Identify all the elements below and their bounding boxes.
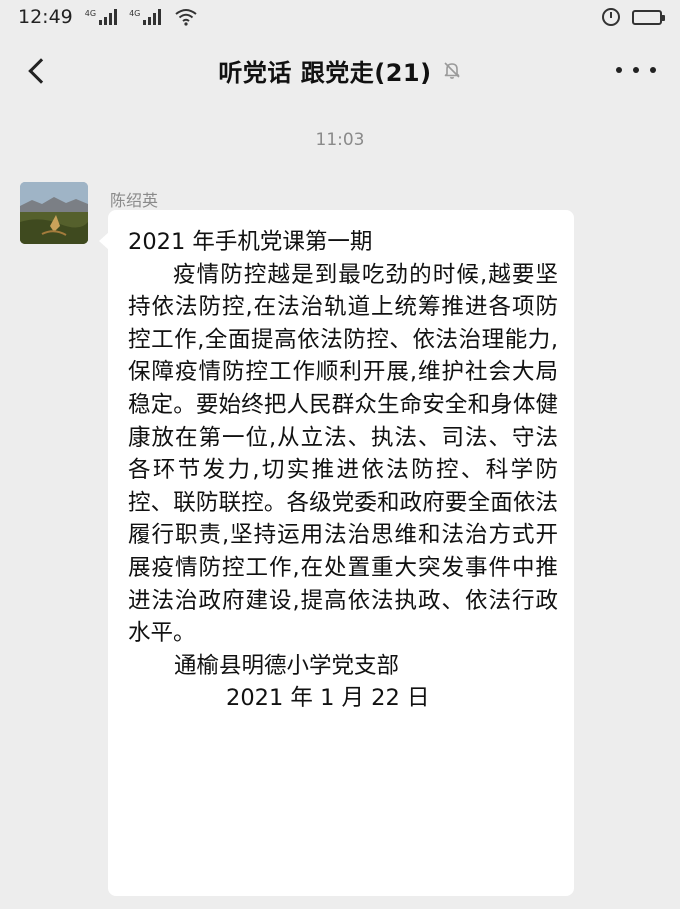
signal-tag: 4G (129, 9, 141, 18)
battery-icon (632, 9, 665, 25)
chat-timestamp: 11:03 (315, 130, 365, 150)
more-dot (633, 67, 639, 73)
sender-name: 陈绍英 (110, 191, 159, 210)
wifi-icon (175, 9, 197, 26)
alarm-icon (602, 8, 620, 26)
status-bar: 12:49 4G 4G (0, 0, 680, 34)
avatar[interactable] (20, 182, 88, 244)
bell-muted-icon (444, 62, 460, 79)
message-body: 疫情防控越是到最吃劲的时候,越要坚持依法防控,在法治轨道上统筹推进各项防控工作,… (128, 261, 558, 647)
message-heading: 2021 年手机党课第一期 (128, 229, 373, 255)
chat-title: 听党话 跟党走(21) (218, 58, 432, 87)
signal-icon: 4G (129, 9, 162, 25)
message-date: 2021 年 1 月 22 日 (226, 685, 430, 712)
status-time: 12:49 (18, 6, 73, 28)
more-dot (650, 67, 656, 73)
more-button[interactable] (616, 58, 656, 82)
back-button[interactable] (22, 54, 54, 88)
more-dot (616, 67, 622, 73)
chat-header: 听党话 跟党走(21) (0, 34, 680, 106)
message-bubble[interactable]: 2021 年手机党课第一期 疫情防控越是到最吃劲的时候,越要坚持依法防控,在法治… (99, 210, 574, 896)
message-signature: 通榆县明德小学党支部 (174, 652, 400, 679)
signal-icon: 4G (84, 9, 118, 25)
signal-tag: 4G (84, 9, 97, 18)
chevron-left-icon (28, 58, 54, 84)
title-wrap: 听党话 跟党走(21) (218, 53, 461, 88)
status-left: 12:49 4G 4G (18, 6, 197, 28)
avatar-image (20, 182, 88, 244)
status-right (602, 8, 665, 26)
